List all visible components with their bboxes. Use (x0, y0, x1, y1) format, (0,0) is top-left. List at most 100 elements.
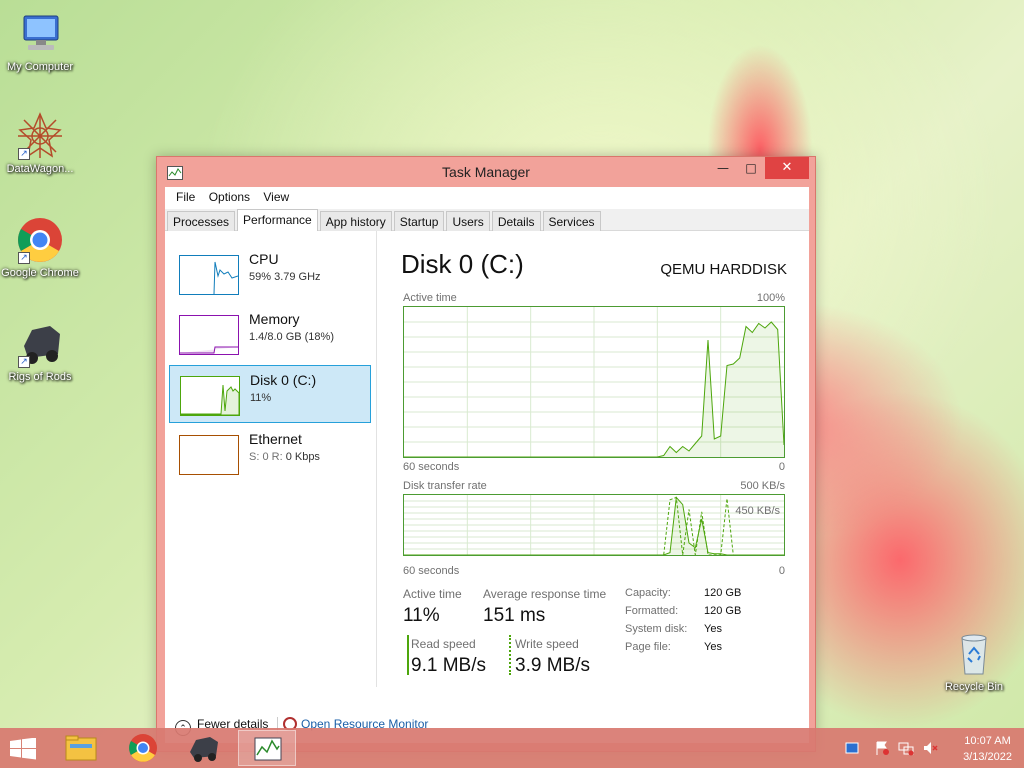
minimize-icon: — (717, 161, 729, 175)
taskbar-task-manager[interactable] (238, 730, 296, 766)
shortcut-arrow-icon: ↗ (18, 252, 30, 264)
stat-write-speed-label: Write speed (515, 637, 579, 651)
chrome-icon (129, 734, 157, 762)
ethernet-thumbnail-graph (179, 435, 239, 475)
stat-active-time-value: 11% (403, 605, 440, 626)
stat-write-speed-value: 3.9 MB/s (515, 655, 590, 676)
menu-bar: File Options View (165, 187, 809, 209)
action-center-icon[interactable] (844, 740, 860, 756)
prop-page-file-key: Page file: (625, 641, 671, 653)
stat-read-speed-label: Read speed (411, 637, 476, 651)
desktop-icon-label: Recycle Bin (944, 681, 1004, 693)
ethernet-throughput: 0 Kbps (285, 451, 320, 463)
prop-capacity-value: 120 GB (704, 587, 742, 599)
transfer-rate-x-left: 60 seconds (403, 565, 460, 577)
resource-name: Memory (249, 311, 300, 327)
desktop-icon-datawagon[interactable]: ↗ DataWagon... (0, 112, 80, 176)
resource-item-memory[interactable]: Memory 1.4/8.0 GB (18%) (169, 305, 371, 363)
maximize-button[interactable]: □ (737, 157, 765, 179)
transfer-rate-graph-max: 500 KB/s (740, 480, 785, 492)
active-time-graph (403, 306, 785, 458)
write-speed-marker (509, 635, 511, 675)
transfer-rate-x-right: 0 (778, 565, 785, 577)
folder-icon (65, 735, 97, 761)
transfer-rate-graph: 450 KB/s (403, 494, 785, 556)
tab-processes[interactable]: Processes (167, 211, 236, 231)
flag-icon[interactable] (874, 740, 890, 756)
desktop-icon-label: DataWagon... (6, 163, 74, 175)
tab-performance[interactable]: Performance (237, 209, 318, 231)
tab-services[interactable]: Services (542, 211, 601, 231)
ethernet-send-receive-prefix: S: 0 R: (249, 451, 283, 463)
windows-logo-icon (10, 737, 36, 760)
title-bar[interactable]: Task Manager — □ ✕ (157, 157, 815, 187)
active-time-chart (404, 307, 784, 457)
network-icon[interactable] (898, 740, 914, 756)
start-button[interactable] (10, 737, 38, 760)
menu-file[interactable]: File (171, 187, 200, 204)
taskbar-rigs-of-rods[interactable] (176, 730, 234, 766)
tab-startup[interactable]: Startup (393, 211, 445, 231)
desktop-icon-google-chrome[interactable]: ↗ Google Chrome (0, 216, 80, 280)
task-manager-client: File Options View Processes Performance … (165, 187, 809, 743)
detail-title: Disk 0 (C:) (401, 249, 524, 279)
recycle-bin-icon (950, 630, 998, 678)
transfer-rate-marker: 450 KB/s (735, 505, 780, 517)
disk-detail-pane: Disk 0 (C:) QEMU HARDDISK Active time 10… (401, 231, 801, 701)
maximize-icon: □ (745, 161, 757, 175)
task-manager-icon (254, 737, 282, 761)
transfer-rate-graph-label: Disk transfer rate (403, 480, 487, 492)
close-button[interactable]: ✕ (765, 157, 809, 179)
task-manager-window: Task Manager — □ ✕ File Options View Pro… (156, 156, 816, 752)
stat-avg-response-value: 151 ms (483, 605, 546, 626)
system-clock[interactable]: 10:07 AM 3/13/2022 (963, 733, 1012, 765)
desktop-icon-rigs-of-rods[interactable]: ↗ Rigs of Rods (0, 320, 80, 384)
minimize-button[interactable]: — (709, 157, 737, 179)
resource-item-disk[interactable]: Disk 0 (C:) 11% (169, 365, 371, 423)
taskbar: 10:07 AM 3/13/2022 (0, 728, 1024, 768)
desktop-icon-label: Google Chrome (1, 267, 79, 279)
chrome-icon: ↗ (16, 216, 64, 264)
volume-muted-icon[interactable] (922, 740, 938, 756)
resource-list: CPU 59% 3.79 GHz Memory 1.4/8.0 GB (18%) (165, 231, 377, 687)
transfer-rate-chart (404, 495, 784, 555)
active-time-graph-max: 100% (756, 292, 785, 304)
truck-icon (190, 737, 218, 762)
close-icon: ✕ (781, 160, 793, 175)
prop-capacity-key: Capacity: (625, 587, 671, 599)
active-time-x-left: 60 seconds (403, 461, 460, 473)
resource-sub: S: 0 R: 0 Kbps (249, 451, 320, 463)
tab-details[interactable]: Details (491, 211, 541, 231)
tab-users[interactable]: Users (446, 211, 490, 231)
prop-page-file-value: Yes (704, 641, 722, 653)
resource-name: Ethernet (249, 431, 302, 447)
desktop-icon-label: Rigs of Rods (8, 371, 72, 383)
active-time-graph-label: Active time (403, 292, 457, 304)
resource-item-cpu[interactable]: CPU 59% 3.79 GHz (169, 245, 371, 303)
taskbar-file-explorer[interactable] (52, 730, 110, 766)
resource-sub: 11% (250, 392, 272, 404)
tab-app-history[interactable]: App history (319, 211, 392, 231)
clock-time: 10:07 AM (964, 735, 1011, 747)
prop-formatted-value: 120 GB (704, 605, 742, 617)
stat-avg-response-label: Average response time (483, 587, 607, 601)
prop-system-disk-value: Yes (704, 623, 722, 635)
resource-name: Disk 0 (C:) (250, 372, 317, 388)
resource-sub: 1.4/8.0 GB (18%) (249, 331, 334, 343)
desktop-icon-my-computer[interactable]: My Computer (0, 10, 80, 74)
desktop-icon-label: My Computer (6, 61, 74, 73)
shortcut-arrow-icon: ↗ (18, 356, 30, 368)
stat-active-time-label: Active time (403, 587, 462, 601)
shortcut-arrow-icon: ↗ (18, 148, 30, 160)
read-speed-marker (407, 635, 409, 675)
truck-icon: ↗ (16, 320, 64, 368)
resource-item-ethernet[interactable]: Ethernet S: 0 R: 0 Kbps (169, 425, 371, 483)
memory-thumbnail-graph (179, 315, 239, 355)
computer-icon (16, 10, 64, 58)
desktop-icon-recycle-bin[interactable]: Recycle Bin (934, 630, 1014, 694)
resource-sub: 59% 3.79 GHz (249, 271, 321, 283)
cpu-thumbnail-graph (179, 255, 239, 295)
menu-options[interactable]: Options (204, 187, 255, 204)
menu-view[interactable]: View (258, 187, 294, 204)
taskbar-chrome[interactable] (114, 730, 172, 766)
